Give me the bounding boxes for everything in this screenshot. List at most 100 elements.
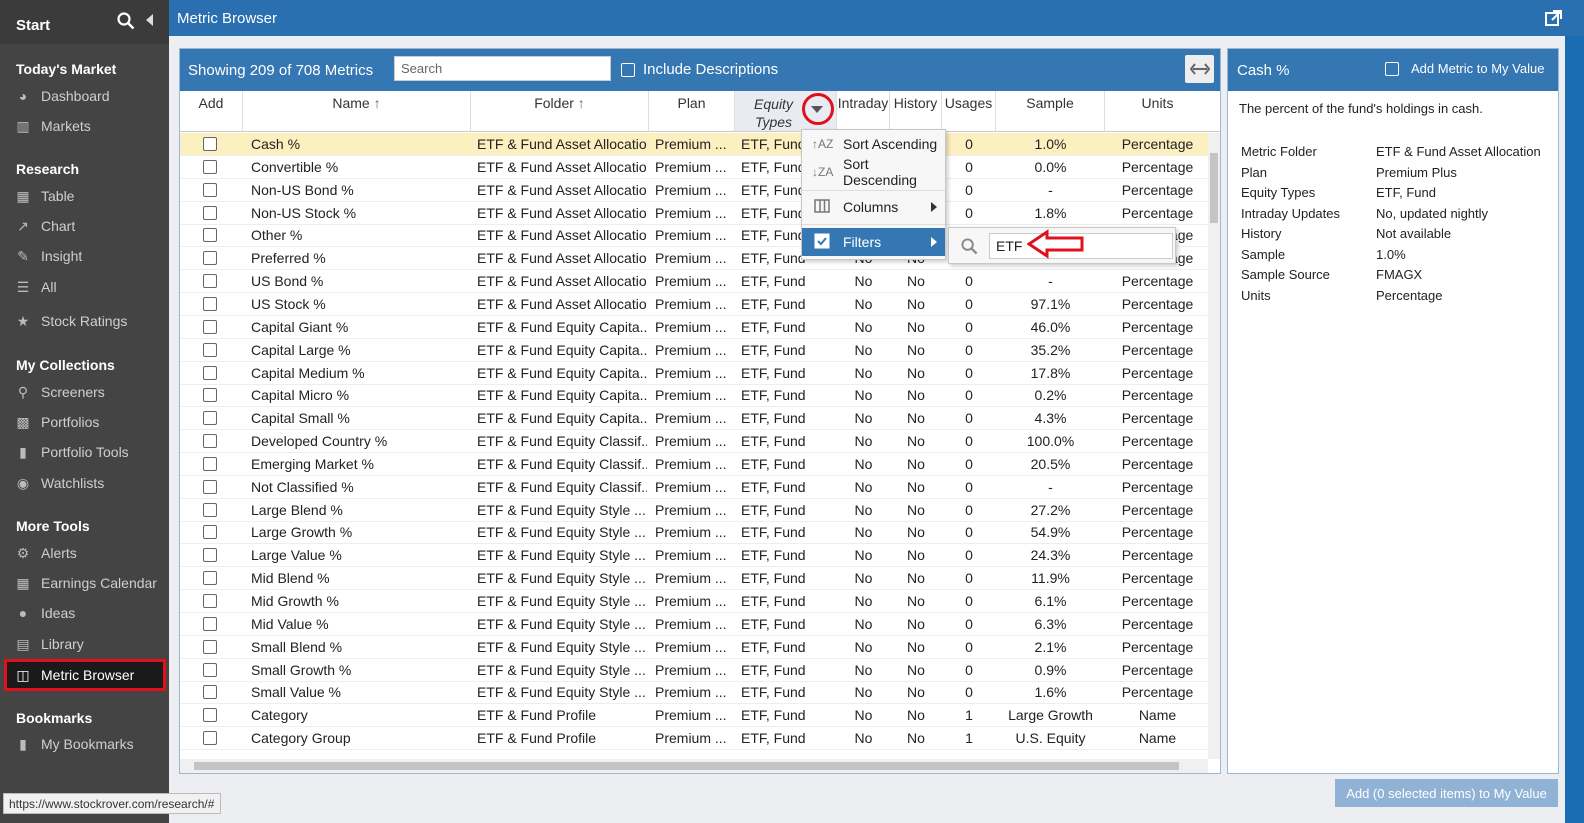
row-checkbox[interactable] — [203, 251, 217, 266]
row-checkbox[interactable] — [203, 228, 217, 243]
sidebar-item-portfolios[interactable]: ▩ Portfolios — [14, 409, 164, 435]
collapse-sidebar-icon[interactable] — [146, 14, 153, 26]
row-checkbox[interactable] — [203, 571, 217, 586]
add-metric-toggle[interactable]: Add Metric to My Value — [1385, 61, 1544, 76]
include-descriptions-checkbox[interactable] — [621, 62, 635, 77]
row-checkbox[interactable] — [203, 456, 217, 471]
sidebar-item-insight[interactable]: ✎ Insight — [14, 243, 164, 269]
search-input[interactable] — [394, 56, 611, 81]
row-checkbox[interactable] — [203, 594, 217, 608]
row-checkbox[interactable] — [203, 159, 217, 174]
menu-columns[interactable]: Columns — [802, 193, 945, 221]
row-checkbox[interactable] — [203, 182, 217, 197]
sidebar-item-chart[interactable]: ↗ Chart — [14, 213, 164, 239]
col-plan[interactable]: Plan — [649, 91, 735, 131]
table-row[interactable]: Non-US Stock % ETF & Fund Asset Allocatio… — [180, 202, 1208, 225]
row-checkbox[interactable] — [203, 342, 217, 357]
start-label[interactable]: Start — [16, 17, 50, 34]
table-row[interactable]: Cash % ETF & Fund Asset Allocation Premium… — [180, 133, 1208, 156]
row-checkbox[interactable] — [203, 525, 217, 540]
table-row[interactable]: Mid Blend % ETF & Fund Equity Style ... Pr… — [180, 567, 1208, 591]
menu-filters[interactable]: Filters — [802, 228, 945, 256]
row-checkbox[interactable] — [203, 616, 217, 631]
sidebar-item-alerts[interactable]: ⚙ Alerts — [14, 540, 164, 566]
table-row[interactable]: Not Classified % ETF & Fund Equity Classi… — [180, 476, 1208, 499]
add-to-my-value-button[interactable]: Add (0 selected items) to My Value — [1335, 779, 1558, 807]
col-name[interactable]: Name ↑ — [243, 91, 471, 131]
row-checkbox[interactable] — [203, 365, 217, 380]
table-row[interactable]: Capital Micro % ETF & Fund Equity Capita.… — [180, 384, 1208, 408]
table-row[interactable]: Large Value % ETF & Fund Equity Style ...… — [180, 544, 1208, 568]
expand-icon[interactable] — [1185, 55, 1214, 83]
table-header: Add Name ↑ Folder ↑ Plan Equity Types In… — [180, 91, 1220, 132]
row-checkbox[interactable] — [203, 411, 217, 426]
row-checkbox[interactable] — [203, 434, 217, 449]
row-checkbox[interactable] — [203, 502, 217, 517]
sidebar-item-screeners[interactable]: ⚲ Screeners — [14, 379, 164, 405]
col-history[interactable]: History — [890, 91, 942, 131]
search-icon[interactable] — [117, 12, 135, 33]
table-row[interactable]: Capital Giant % ETF & Fund Equity Capita.… — [180, 316, 1208, 339]
table-row[interactable]: Small Growth % ETF & Fund Equity Style ..… — [180, 659, 1208, 682]
table-row[interactable]: Category ETF & Fund Profile Premium ... ETF… — [180, 704, 1208, 728]
sidebar-item-watchlists[interactable]: ◉ Watchlists — [14, 470, 164, 496]
row-checkbox[interactable] — [203, 731, 217, 746]
col-units[interactable]: Units — [1105, 91, 1210, 131]
col-usages[interactable]: Usages — [942, 91, 996, 131]
table-row[interactable]: US Stock % ETF & Fund Asset Allocation Pre… — [180, 293, 1208, 316]
table-row[interactable]: Mid Value % ETF & Fund Equity Style ... Pr… — [180, 613, 1208, 636]
row-checkbox[interactable] — [203, 685, 217, 700]
row-checkbox[interactable] — [203, 662, 217, 677]
row-checkbox[interactable] — [203, 548, 217, 563]
sidebar-item-all[interactable]: ☰ All — [14, 274, 164, 300]
row-checkbox[interactable] — [203, 205, 217, 220]
sidebar-item-my-bookmarks[interactable]: ▮ My Bookmarks — [14, 731, 164, 757]
include-descriptions-toggle[interactable]: Include Descriptions — [621, 61, 778, 78]
table-row[interactable]: Small Value % ETF & Fund Equity Style ...… — [180, 681, 1208, 705]
table-row[interactable]: Emerging Market % ETF & Fund Equity Class… — [180, 453, 1208, 476]
scroll-thumb[interactable] — [194, 762, 1179, 770]
sidebar-item-table[interactable]: ▦ Table — [14, 183, 164, 209]
external-link-icon[interactable] — [1545, 10, 1562, 30]
sidebar-item-dashboard[interactable]: ◕ Dashboard — [14, 83, 164, 109]
sidebar-item-metric-browser[interactable]: ◫ Metric Browser — [4, 659, 166, 691]
table-row[interactable]: Non-US Bond % ETF & Fund Asset Allocation… — [180, 179, 1208, 202]
sidebar-item-ideas[interactable]: ● Ideas — [14, 600, 164, 626]
row-checkbox[interactable] — [203, 708, 217, 723]
sidebar-item-stock-ratings[interactable]: ★ Stock Ratings — [14, 308, 164, 334]
table-row[interactable]: Capital Medium % ETF & Fund Equity Capita… — [180, 362, 1208, 385]
table-row[interactable]: US Bond % ETF & Fund Asset Allocation Prem… — [180, 270, 1208, 294]
col-intraday[interactable]: Intraday — [837, 91, 890, 131]
menu-sort-ascending[interactable]: ↑AZ Sort Ascending — [802, 130, 945, 158]
filters-checkbox-icon[interactable] — [812, 233, 832, 252]
scroll-thumb[interactable] — [1210, 153, 1218, 223]
table-row[interactable]: Large Blend % ETF & Fund Equity Style ...… — [180, 499, 1208, 522]
sidebar-item-portfolio-tools[interactable]: ▮ Portfolio Tools — [14, 439, 164, 465]
row-checkbox[interactable] — [203, 388, 217, 403]
row-checkbox[interactable] — [203, 296, 217, 311]
table-row[interactable]: Capital Small % ETF & Fund Equity Capita.… — [180, 407, 1208, 431]
table-row[interactable]: Category Group ETF & Fund Profile Premium … — [180, 727, 1208, 751]
menu-sort-descending[interactable]: ↓ZA Sort Descending — [802, 156, 945, 188]
table-row[interactable]: Convertible % ETF & Fund Asset Allocation… — [180, 156, 1208, 179]
table-row[interactable]: Small Blend % ETF & Fund Equity Style ...… — [180, 636, 1208, 659]
col-sample[interactable]: Sample — [996, 91, 1105, 131]
table-row[interactable]: Mid Growth % ETF & Fund Equity Style ... P… — [180, 590, 1208, 613]
row-checkbox[interactable] — [203, 319, 217, 334]
table-row[interactable]: Capital Large % ETF & Fund Equity Capita.… — [180, 339, 1208, 362]
column-menu-dropdown-icon[interactable] — [811, 106, 823, 113]
table-row[interactable]: Developed Country % ETF & Fund Equity Cla… — [180, 430, 1208, 454]
sidebar-item-markets[interactable]: ▥ Markets — [14, 113, 164, 139]
col-add[interactable]: Add — [180, 91, 243, 131]
col-folder[interactable]: Folder ↑ — [471, 91, 649, 131]
vertical-scrollbar[interactable] — [1208, 133, 1220, 759]
add-metric-checkbox[interactable] — [1385, 61, 1399, 76]
table-row[interactable]: Large Growth % ETF & Fund Equity Style ..… — [180, 521, 1208, 545]
row-checkbox[interactable] — [203, 479, 217, 494]
row-checkbox[interactable] — [203, 639, 217, 654]
row-checkbox[interactable] — [203, 274, 217, 289]
row-checkbox[interactable] — [203, 137, 217, 151]
sidebar-item-library[interactable]: ▤ Library — [14, 631, 164, 657]
sidebar-item-earnings-calendar[interactable]: ▦ Earnings Calendar — [14, 570, 164, 596]
horizontal-scrollbar[interactable] — [180, 759, 1208, 773]
